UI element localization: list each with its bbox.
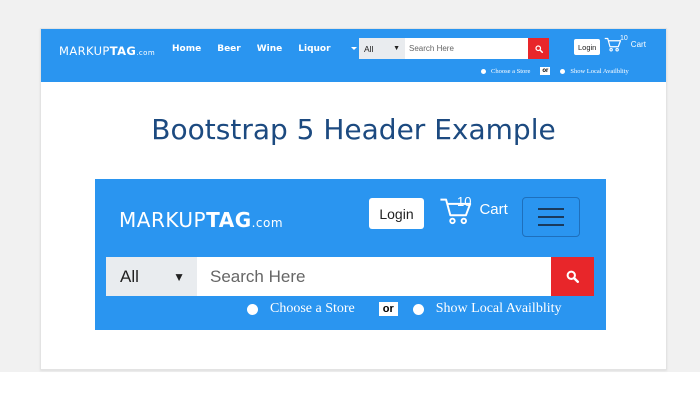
nav-link-liquor-label: Liquor [298, 44, 331, 54]
top-navbar: MARKUPTAG.com Home Beer Wine Liquor All … [41, 29, 666, 82]
mobile-cart-label: Cart [479, 201, 508, 218]
mobile-store-options: Choose a Store or Show Local Availblity [247, 301, 562, 317]
mobile-logo-text-bold: TAG [206, 208, 252, 232]
search-input[interactable]: Search Here [405, 38, 528, 59]
mobile-radio-choose-store-label: Choose a Store [270, 301, 355, 316]
search-placeholder: Search Here [409, 44, 454, 53]
mobile-cart-link[interactable]: 10 Cart [439, 194, 508, 226]
radio-show-local[interactable] [560, 68, 566, 74]
mobile-search-input[interactable]: Search Here [197, 257, 551, 296]
mobile-cart-count: 10 [457, 194, 472, 209]
mobile-logo-text: MARKUP [119, 208, 207, 232]
store-options: Choose a Store or Show Local Availblity [481, 67, 629, 75]
mobile-radio-show-local[interactable] [412, 303, 424, 315]
category-select[interactable]: All ▼ [359, 38, 405, 59]
cart-label: Cart [630, 40, 646, 49]
mobile-search-group: All ▼ Search Here [106, 257, 594, 296]
nav-link-home[interactable]: Home [172, 44, 201, 54]
mobile-brand-logo[interactable]: MARKUPTAG.com [119, 208, 283, 232]
page-title: Bootstrap 5 Header Example [151, 113, 556, 146]
menu-toggle-button[interactable] [522, 197, 580, 237]
mobile-radio-show-local-label: Show Local Availblity [435, 301, 562, 316]
radio-choose-store-label: Choose a Store [491, 67, 531, 75]
logo-text-bold: TAG [109, 44, 137, 58]
mobile-radio-choose-store[interactable] [247, 303, 258, 315]
radio-choose-store[interactable] [481, 68, 486, 74]
radio-show-local-label: Show Local Availblity [570, 67, 629, 75]
nav-links: Home Beer Wine Liquor [172, 44, 389, 54]
search-icon [566, 270, 579, 283]
cart-count: 10 [620, 35, 628, 42]
chevron-down-icon: ▼ [173, 269, 185, 284]
mobile-category-select-value: All [120, 266, 139, 286]
brand-logo[interactable]: MARKUPTAG.com [59, 44, 155, 58]
mobile-category-select[interactable]: All ▼ [106, 257, 197, 296]
nav-link-wine[interactable]: Wine [257, 44, 283, 54]
category-select-value: All [364, 43, 374, 54]
search-icon [534, 44, 543, 53]
hamburger-menu-icon [538, 208, 564, 210]
search-button[interactable] [528, 38, 549, 59]
hamburger-menu-icon-bar [538, 216, 564, 218]
nav-link-beer[interactable]: Beer [217, 44, 241, 54]
cart-link[interactable]: 10 Cart [604, 35, 646, 52]
mobile-login-button[interactable]: Login [369, 198, 424, 229]
logo-text: MARKUP [59, 44, 110, 58]
mobile-logo-domain: .com [251, 216, 284, 230]
or-badge: or [540, 67, 551, 75]
hamburger-menu-icon-bar [538, 224, 564, 226]
chevron-down-icon: ▼ [393, 45, 400, 52]
logo-domain: .com [136, 49, 156, 57]
caret-down-icon [350, 47, 357, 50]
demo-card: MARKUPTAG.com Home Beer Wine Liquor All … [40, 28, 667, 370]
mobile-search-placeholder: Search Here [210, 266, 306, 286]
login-button[interactable]: Login [574, 39, 601, 55]
search-group: All ▼ Search Here [359, 38, 549, 59]
page-bottom-strip [0, 372, 700, 420]
mobile-or-badge: or [378, 302, 398, 316]
mobile-search-button[interactable] [551, 257, 594, 296]
mobile-header-preview: MARKUPTAG.com Login 10 Cart All ▼ Search… [95, 179, 606, 330]
